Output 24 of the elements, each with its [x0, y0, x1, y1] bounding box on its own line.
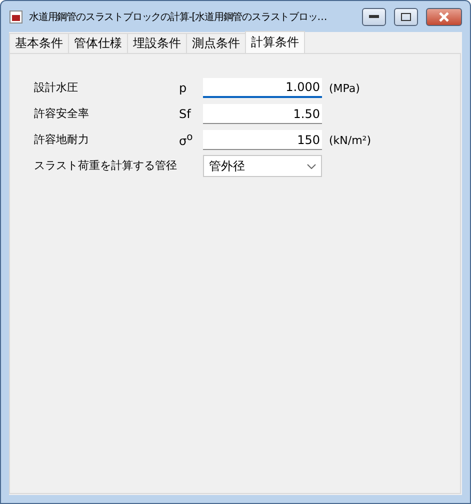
- minimize-icon: [369, 14, 379, 18]
- field-label: 許容地耐力: [34, 132, 90, 148]
- input-field[interactable]: 150: [203, 130, 322, 150]
- symbol-label: σ$^{o}$: [179, 132, 194, 148]
- app-icon: [9, 10, 23, 24]
- maximize-button[interactable]: [394, 8, 418, 26]
- close-button[interactable]: [426, 8, 462, 26]
- tab[interactable]: 計算条件: [245, 31, 305, 53]
- symbol-label: p: [179, 81, 188, 95]
- chevron-icon: [307, 164, 316, 168]
- unit-label: (MPa): [329, 82, 360, 94]
- close-icon: [438, 12, 450, 22]
- input-field[interactable]: 1.50: [203, 104, 322, 124]
- tab[interactable]: 基本条件: [9, 33, 69, 53]
- maximize-icon: [401, 12, 411, 20]
- input-field[interactable]: 1.000: [203, 78, 322, 98]
- symbol-label: Sf: [179, 107, 192, 121]
- dropdown[interactable]: 管外径: [203, 155, 322, 177]
- field-label: スラスト荷重を計算する管径: [34, 158, 178, 174]
- unit-label: (kN/m²): [329, 134, 372, 146]
- field-label: 設計水圧: [34, 80, 79, 96]
- minimize-button[interactable]: [362, 8, 386, 26]
- field-label: 許容安全率: [34, 106, 90, 122]
- window-title: 水道用鋼管のスラストブロックの計算-[水道用鋼管のスラストブロッ…: [29, 10, 328, 24]
